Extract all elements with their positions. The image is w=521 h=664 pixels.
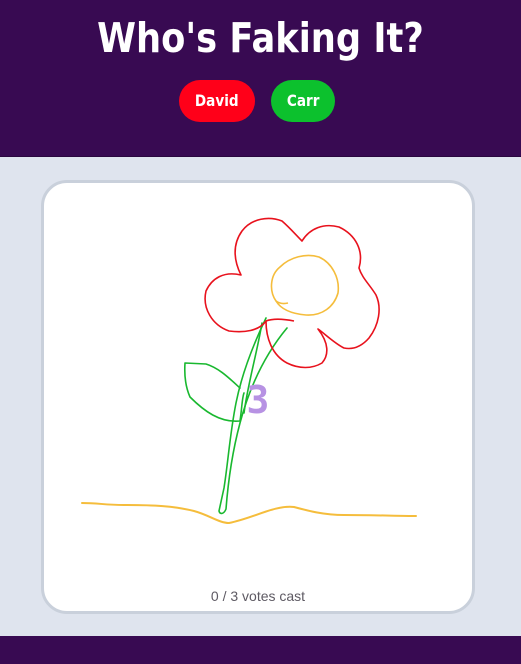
countdown-number: 3 <box>247 378 270 422</box>
footer-bar <box>0 636 521 664</box>
flower-center-stroke <box>270 254 340 316</box>
ground-stroke <box>81 502 417 525</box>
player-name-david: David <box>195 91 239 110</box>
player-button-david[interactable]: David <box>179 80 255 122</box>
leaf-stroke <box>183 362 245 422</box>
game-header: Who's Faking It? David Carr <box>0 0 521 157</box>
game-title: Who's Faking It? <box>97 14 424 62</box>
drawing-card: 3 0 / 3 votes cast <box>41 180 475 614</box>
player-button-carr[interactable]: Carr <box>271 80 335 122</box>
flower-drawing: 3 <box>81 217 417 525</box>
player-name-carr: Carr <box>286 91 320 110</box>
petals-stroke <box>204 217 380 369</box>
votes-cast-status: 0 / 3 votes cast <box>210 588 306 604</box>
